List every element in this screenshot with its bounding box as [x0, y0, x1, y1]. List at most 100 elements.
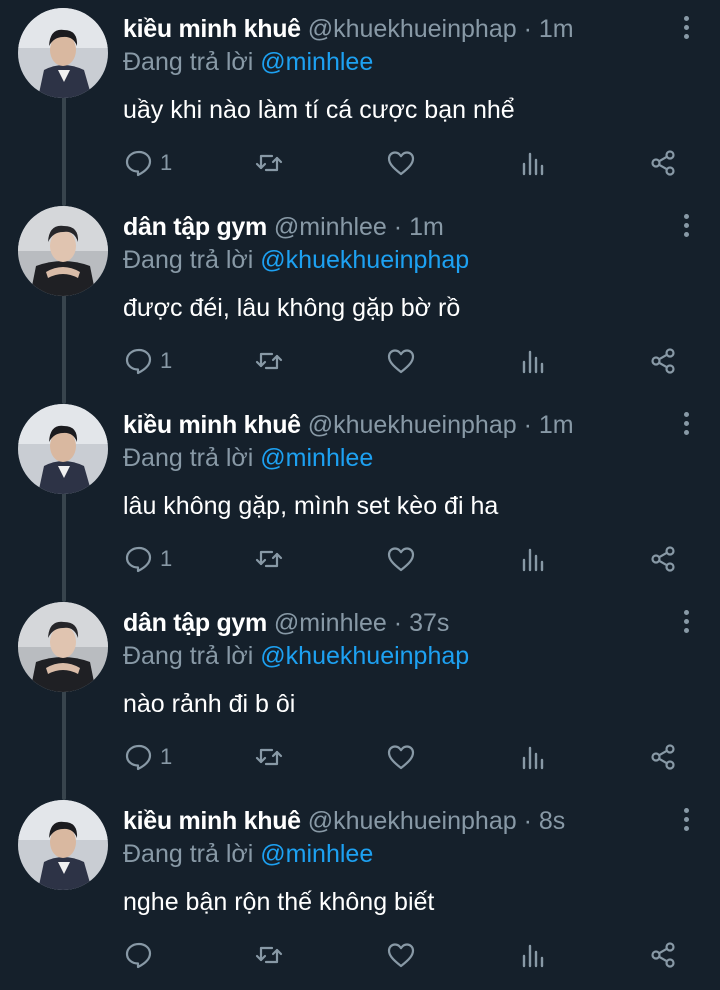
- display-name[interactable]: dân tập gym: [123, 609, 267, 637]
- reply-button[interactable]: [124, 938, 160, 972]
- replying-to-mention-link[interactable]: @minhlee: [260, 444, 373, 472]
- bar-chart-icon: [522, 548, 544, 572]
- replying-to-mention-link[interactable]: @minhlee: [260, 840, 373, 868]
- more-options-icon[interactable]: [678, 212, 694, 242]
- username-handle[interactable]: @minhlee: [274, 213, 387, 241]
- tweet-text: nghe bận rộn thế không biết: [123, 888, 435, 916]
- reply-count: 1: [160, 744, 173, 769]
- tweet-header: dân tập gym @minhlee · 37s: [123, 606, 672, 640]
- tweet-actions: [0, 938, 720, 972]
- stats-button[interactable]: [518, 938, 548, 972]
- reply-count: 1: [160, 546, 173, 571]
- reply-count: 1: [160, 348, 173, 373]
- share-button[interactable]: [648, 344, 678, 378]
- more-options-icon[interactable]: [678, 608, 694, 638]
- replying-to-label: Đang trả lời: [123, 48, 254, 76]
- reply-count: 1: [160, 150, 173, 175]
- tweet-actions: 1: [0, 344, 720, 378]
- avatar-photo-icon: [18, 602, 108, 692]
- retweet-button[interactable]: [254, 542, 284, 576]
- stats-button[interactable]: [518, 344, 548, 378]
- share-button[interactable]: [648, 740, 678, 774]
- retweet-button[interactable]: [254, 740, 284, 774]
- retweet-button[interactable]: [254, 344, 284, 378]
- timestamp[interactable]: 1m: [539, 15, 574, 43]
- share-icon: [651, 546, 675, 572]
- timestamp[interactable]: 1m: [539, 411, 574, 439]
- share-icon: [651, 150, 675, 176]
- avatar-khuekhueinphap[interactable]: [18, 404, 108, 494]
- like-button[interactable]: [386, 344, 416, 378]
- tweet[interactable]: dân tập gym @minhlee · 37s Đang trả lời …: [0, 594, 720, 800]
- timestamp[interactable]: 37s: [409, 609, 449, 637]
- stats-button[interactable]: [518, 146, 548, 180]
- comment-bubble-icon: [125, 348, 152, 375]
- stats-button[interactable]: [518, 740, 548, 774]
- retweet-button[interactable]: [254, 146, 284, 180]
- like-button[interactable]: [386, 542, 416, 576]
- heart-icon: [387, 547, 415, 572]
- like-button[interactable]: [386, 938, 416, 972]
- username-handle[interactable]: @khuekhueinphap: [308, 411, 517, 439]
- display-name[interactable]: kiều minh khuê: [123, 411, 301, 439]
- retweet-button[interactable]: [254, 938, 284, 972]
- comment-bubble-icon: [125, 942, 152, 969]
- avatar-khuekhueinphap[interactable]: [18, 8, 108, 98]
- avatar-minhlee[interactable]: [18, 206, 108, 296]
- replying-to-label: Đang trả lời: [123, 840, 254, 868]
- heart-icon: [387, 349, 415, 374]
- replying-to-mention-link[interactable]: @minhlee: [260, 48, 373, 76]
- tweet-actions: 1: [0, 542, 720, 576]
- avatar-minhlee[interactable]: [18, 602, 108, 692]
- replying-to-label: Đang trả lời: [123, 642, 254, 670]
- share-button[interactable]: [648, 146, 678, 180]
- avatar-khuekhueinphap[interactable]: [18, 800, 108, 890]
- replying-to-line: Đang trả lời @minhlee: [123, 45, 373, 79]
- avatar-photo-icon: [18, 800, 108, 890]
- like-button[interactable]: [386, 146, 416, 180]
- display-name[interactable]: dân tập gym: [123, 213, 267, 241]
- tweet[interactable]: dân tập gym @minhlee · 1m Đang trả lời @…: [0, 198, 720, 404]
- separator-dot: ·: [523, 15, 532, 43]
- display-name[interactable]: kiều minh khuê: [123, 807, 301, 835]
- separator-dot: ·: [393, 609, 403, 637]
- retweet-icon: [255, 154, 283, 172]
- display-name[interactable]: kiều minh khuê: [123, 15, 301, 43]
- more-options-icon[interactable]: [678, 806, 694, 836]
- replying-to-mention-link[interactable]: @khuekhueinphap: [260, 642, 469, 670]
- tweet-header: kiều minh khuê @khuekhueinphap · 8s: [123, 804, 672, 838]
- reply-button[interactable]: 1: [124, 146, 172, 180]
- tweet-text: uầy khi nào làm tí cá cược bạn nhể: [123, 96, 515, 124]
- like-button[interactable]: [386, 740, 416, 774]
- tweet[interactable]: kiều minh khuê @khuekhueinphap · 1m Đang…: [0, 0, 720, 206]
- tweet[interactable]: kiều minh khuê @khuekhueinphap · 1m Đang…: [0, 396, 720, 602]
- tweet-header: kiều minh khuê @khuekhueinphap · 1m: [123, 408, 672, 442]
- replying-to-line: Đang trả lời @khuekhueinphap: [123, 639, 469, 673]
- reply-button[interactable]: 1: [124, 740, 172, 774]
- reply-button[interactable]: 1: [124, 542, 172, 576]
- retweet-icon: [255, 946, 283, 964]
- tweet-thread: kiều minh khuê @khuekhueinphap · 1m Đang…: [0, 0, 720, 977]
- replying-to-mention-link[interactable]: @khuekhueinphap: [260, 246, 469, 274]
- more-options-icon[interactable]: [678, 410, 694, 440]
- username-handle[interactable]: @minhlee: [274, 609, 387, 637]
- username-handle[interactable]: @khuekhueinphap: [308, 807, 517, 835]
- timestamp[interactable]: 8s: [539, 807, 565, 835]
- stats-button[interactable]: [518, 542, 548, 576]
- bar-chart-icon: [522, 944, 544, 968]
- heart-icon: [387, 151, 415, 176]
- tweet-header: dân tập gym @minhlee · 1m: [123, 210, 672, 244]
- reply-button[interactable]: 1: [124, 344, 172, 378]
- share-button[interactable]: [648, 938, 678, 972]
- tweet[interactable]: kiều minh khuê @khuekhueinphap · 8s Đang…: [0, 792, 720, 990]
- timestamp[interactable]: 1m: [409, 213, 444, 241]
- tweet-text: lâu không gặp, mình set kèo đi ha: [123, 492, 499, 520]
- separator-dot: ·: [523, 807, 532, 835]
- share-icon: [651, 942, 675, 968]
- replying-to-line: Đang trả lời @minhlee: [123, 441, 373, 475]
- avatar-photo-icon: [18, 8, 108, 98]
- more-options-icon[interactable]: [678, 14, 694, 44]
- username-handle[interactable]: @khuekhueinphap: [308, 15, 517, 43]
- share-button[interactable]: [648, 542, 678, 576]
- bar-chart-icon: [522, 746, 544, 770]
